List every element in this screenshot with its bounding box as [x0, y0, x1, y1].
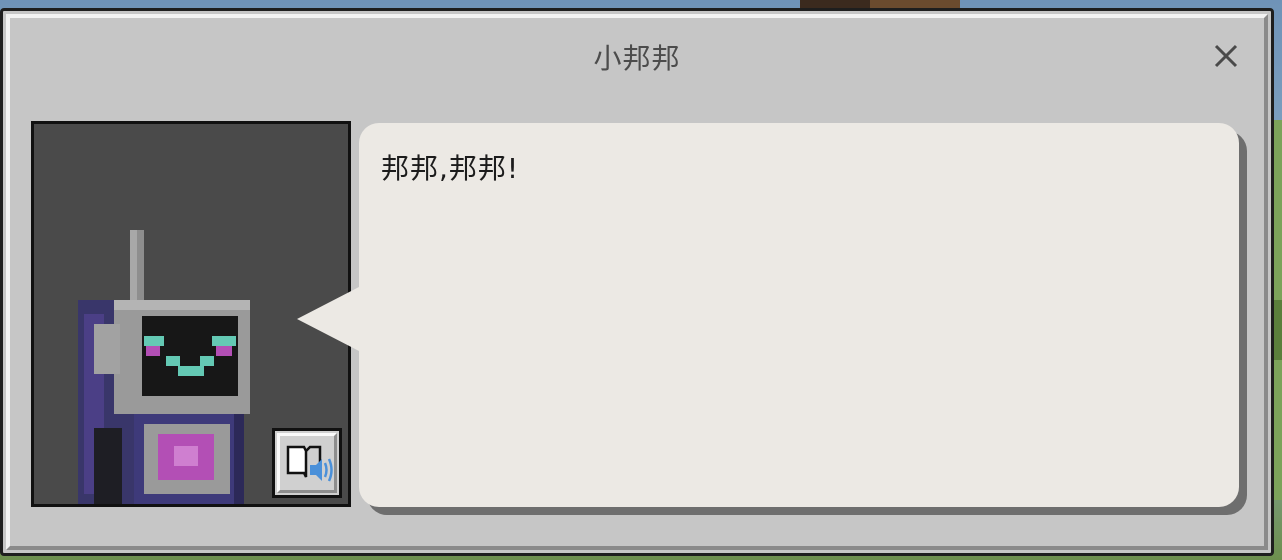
speech-bubble-tail — [297, 287, 359, 351]
close-button[interactable] — [1211, 41, 1241, 71]
dialog-message: 邦邦,邦邦! — [381, 152, 520, 185]
npc-name-title: 小邦邦 — [593, 42, 681, 75]
speech-bubble: 邦邦,邦邦! — [359, 123, 1239, 507]
book-speaker-icon — [286, 445, 333, 482]
close-icon — [1214, 44, 1238, 68]
npc-dialog: 小邦邦 邦邦,邦邦! — [0, 8, 1274, 556]
read-aloud-button[interactable] — [272, 428, 342, 498]
